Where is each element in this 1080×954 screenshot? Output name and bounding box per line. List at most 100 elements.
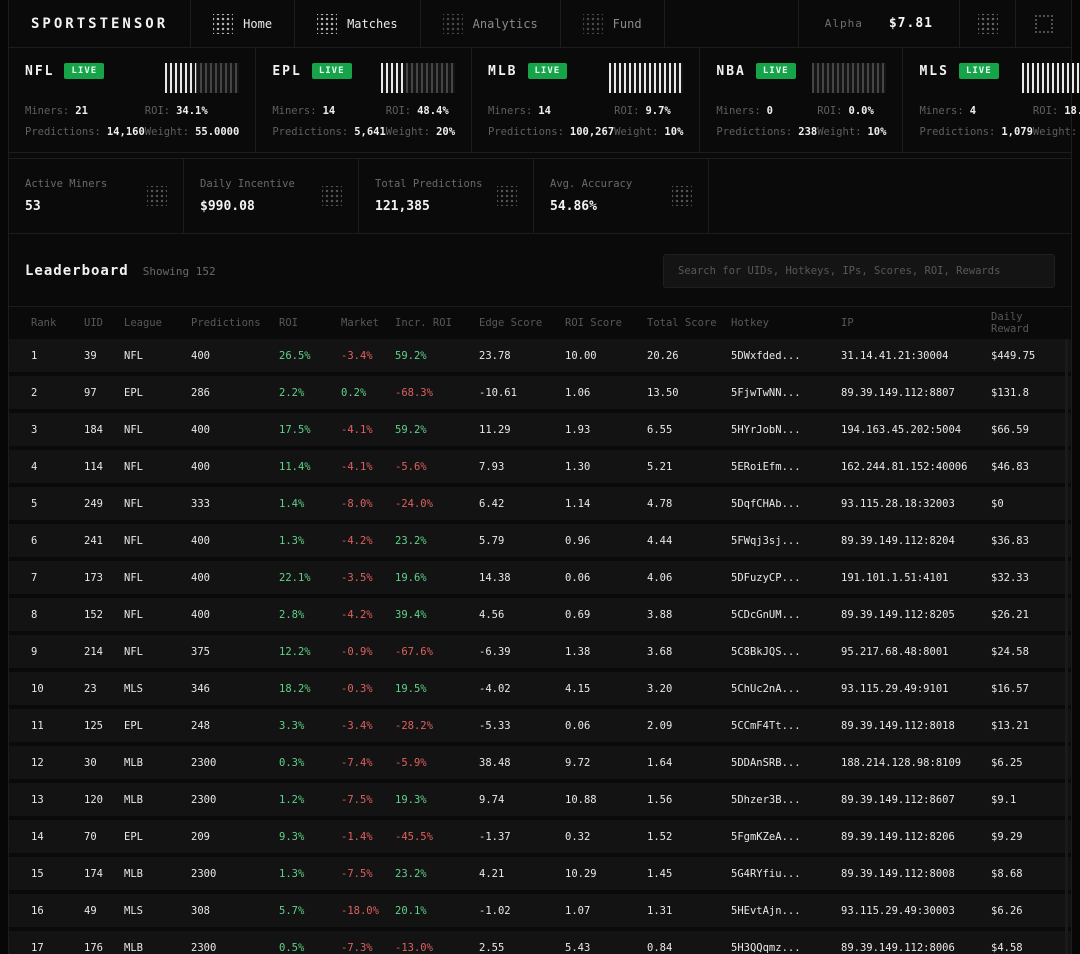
table-row[interactable]: 1230MLB23000.3%-7.4%-5.9%38.489.721.645D… [9,746,1071,779]
cell-roi-score: 1.30 [565,461,647,473]
cell-predictions: 400 [191,572,279,584]
cell-hotkey: 5C8BkJQS... [731,646,841,658]
cell-roi-score: 10.88 [565,794,647,806]
league-card-header: NFLLIVE [25,63,239,93]
table-row[interactable]: 4114NFL40011.4%-4.1%-5.6%7.931.305.215ER… [9,450,1071,483]
stats-row-filler [709,159,1071,233]
nav-item-analytics[interactable]: Analytics [421,0,561,47]
cell-predictions: 2300 [191,868,279,880]
cell-roi: 0.5% [279,942,341,954]
cell-daily-reward: $4.58 [991,942,1061,954]
cell-hotkey: 5G4RYfiu... [731,868,841,880]
cell-total-score: 1.64 [647,757,731,769]
table-scrollbar[interactable] [1065,339,1068,954]
leaderboard-header: Leaderboard Showing 152 [9,234,1071,307]
league-stat-label: ROI: [1033,105,1058,117]
dotted-frame-button[interactable] [1015,0,1071,47]
table-row[interactable]: 1470EPL2099.3%-1.4%-45.5%-1.370.321.525F… [9,820,1071,853]
league-stats: Miners:14ROI:9.7%Predictions:100,267Weig… [488,105,683,138]
league-name: MLB [488,64,517,79]
cell-roi: 1.4% [279,498,341,510]
dot-grid-icon [497,186,517,206]
table-row[interactable]: 3184NFL40017.5%-4.1%59.2%11.291.936.555H… [9,413,1071,446]
column-header-roi: ROI [279,317,341,329]
league-stat-value: 18.2% [1064,105,1080,117]
cell-league: NFL [124,609,191,621]
cell-predictions: 2300 [191,942,279,954]
cell-hotkey: 5DWxfded... [731,350,841,362]
league-stat-value: 14,160 [107,126,145,138]
table-row[interactable]: 297EPL2862.2%0.2%-68.3%-10.611.0613.505F… [9,376,1071,409]
cell-market: -7.3% [341,942,395,954]
cell-daily-reward: $6.25 [991,757,1061,769]
cell-uid: 152 [84,609,124,621]
table-row[interactable]: 11125EPL2483.3%-3.4%-28.2%-5.330.062.095… [9,709,1071,742]
cell-market: -4.1% [341,461,395,473]
league-stat-weight: Weight:55.0000 [145,126,240,138]
league-stat-label: Miners: [272,105,316,117]
cell-rank: 5 [31,498,84,510]
league-stats: Miners:4ROI:18.2%Predictions:1,079Weight… [919,105,1080,138]
league-stat-label: Predictions: [716,126,792,138]
table-row[interactable]: 15174MLB23001.3%-7.5%23.2%4.2110.291.455… [9,857,1071,890]
cell-total-score: 4.78 [647,498,731,510]
table-row[interactable]: 7173NFL40022.1%-3.5%19.6%14.380.064.065D… [9,561,1071,594]
column-header-roi-score: ROI Score [565,317,647,329]
cell-uid: 173 [84,572,124,584]
league-card-nfl[interactable]: NFLLIVEMiners:21ROI:34.1%Predictions:14,… [9,48,256,152]
league-stat-roi: ROI: 18.2% [1033,105,1080,117]
barcode-fill [609,63,683,93]
cell-total-score: 3.20 [647,683,731,695]
cell-incr-roi: -67.6% [395,646,479,658]
league-stat-value: 48.4% [417,105,449,117]
cell-roi: 22.1% [279,572,341,584]
league-stat-value: 4 [970,105,976,117]
cell-rank: 13 [31,794,84,806]
summary-stats-row: Active Miners53Daily Incentive$990.08Tot… [9,158,1071,234]
table-row[interactable]: 17176MLB23000.5%-7.3%-13.0%2.555.430.845… [9,931,1071,954]
alpha-label: Alpha [825,17,863,30]
league-activity-barcode [812,63,886,93]
analytics-icon [443,14,463,34]
table-row[interactable]: 8152NFL4002.8%-4.2%39.4%4.560.693.885CDc… [9,598,1071,631]
cell-total-score: 0.84 [647,942,731,954]
league-stat-label: Weight: [145,126,189,138]
league-stat-label: Miners: [919,105,963,117]
cell-ip: 31.14.41.21:30004 [841,350,991,362]
table-row[interactable]: 5249NFL3331.4%-8.0%-24.0%6.421.144.785Dq… [9,487,1071,520]
cell-market: -3.4% [341,720,395,732]
cell-hotkey: 5FjwTwNN... [731,387,841,399]
column-header-hotkey: Hotkey [731,317,841,329]
barcode-fill [165,63,196,93]
league-stat-value: 20% [436,126,455,138]
nav-item-fund[interactable]: Fund [561,0,665,47]
league-card-mlb[interactable]: MLBLIVEMiners:14ROI:9.7%Predictions:100,… [472,48,700,152]
cell-roi-score: 4.15 [565,683,647,695]
league-name: MLS [919,64,948,79]
nav-item-matches[interactable]: Matches [295,0,421,47]
cell-total-score: 4.06 [647,572,731,584]
league-card-header: EPLLIVE [272,63,455,93]
league-card-epl[interactable]: EPLLIVEMiners:14ROI:48.4%Predictions:5,6… [256,48,472,152]
leaderboard-search-input[interactable] [663,254,1055,288]
table-row[interactable]: 6241NFL4001.3%-4.2%23.2%5.790.964.445FWq… [9,524,1071,557]
league-card-nba[interactable]: NBALIVEMiners:0ROI:0.0%Predictions:238We… [700,48,903,152]
cell-league: NFL [124,350,191,362]
league-card-mls[interactable]: MLSLIVEMiners:4ROI:18.2%Predictions:1,07… [903,48,1080,152]
table-row[interactable]: 1023MLS34618.2%-0.3%19.5%-4.024.153.205C… [9,672,1071,705]
league-stat-label: Weight: [817,126,861,138]
league-stat-weight: Weight:10% [614,126,683,138]
league-activity-barcode [1022,63,1080,93]
cell-uid: 214 [84,646,124,658]
table-row[interactable]: 9214NFL37512.2%-0.9%-67.6%-6.391.383.685… [9,635,1071,668]
table-row[interactable]: 13120MLB23001.2%-7.5%19.3%9.7410.881.565… [9,783,1071,816]
league-stat-label: ROI: [614,105,639,117]
cell-market: -0.3% [341,683,395,695]
grid-menu-button[interactable] [959,0,1015,47]
cell-edge-score: 38.48 [479,757,565,769]
nav-item-home[interactable]: Home [191,0,295,47]
table-row[interactable]: 139NFL40026.5%-3.4%59.2%23.7810.0020.265… [9,339,1071,372]
table-row[interactable]: 1649MLS3085.7%-18.0%20.1%-1.021.071.315H… [9,894,1071,927]
column-header-league: League [124,317,191,329]
stat-panel-text: Daily Incentive$990.08 [200,178,295,214]
